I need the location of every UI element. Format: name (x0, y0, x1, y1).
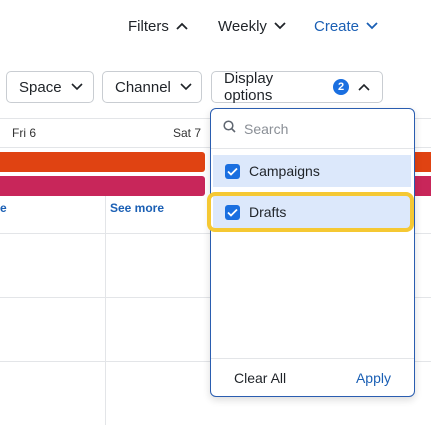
option-campaigns[interactable]: Campaigns (213, 155, 411, 187)
search-icon (223, 119, 236, 138)
channel-label: Channel (115, 78, 171, 96)
see-more-link[interactable]: See more (110, 201, 164, 215)
display-options-label: Display options (224, 70, 274, 104)
chevron-down-icon (274, 22, 286, 30)
top-toolbar: Filters Weekly Create (0, 0, 431, 52)
apply-button[interactable]: Apply (356, 370, 391, 386)
space-filter-button[interactable]: Space (6, 71, 94, 103)
day-header-fri: Fri 6 (12, 126, 36, 140)
display-options-button[interactable]: Display options 2 (211, 70, 383, 104)
display-options-dropdown: Campaigns Drafts Clear All Apply (210, 108, 415, 397)
highlight-outline (207, 192, 414, 232)
weekly-label: Weekly (218, 17, 267, 35)
filters-label: Filters (128, 17, 169, 35)
chevron-down-icon (366, 22, 378, 30)
chevron-up-icon (176, 22, 188, 30)
grid-divider (105, 190, 106, 425)
channel-filter-button[interactable]: Channel (102, 71, 202, 103)
chevron-down-icon (70, 83, 83, 91)
create-button[interactable]: Create (314, 14, 378, 38)
checkbox-checked-icon[interactable] (225, 163, 240, 179)
chevron-up-icon (358, 83, 370, 91)
campaign-event-bar[interactable] (0, 152, 205, 172)
chevron-down-icon (180, 83, 192, 91)
dropdown-search (211, 109, 414, 149)
day-header-sat: Sat 7 (173, 126, 202, 140)
option-label: Campaigns (249, 163, 320, 179)
filters-button[interactable]: Filters (128, 14, 188, 38)
weekly-view-button[interactable]: Weekly (218, 14, 286, 38)
search-input[interactable] (244, 120, 394, 137)
see-more-link[interactable]: e (0, 201, 7, 215)
draft-event-bar[interactable] (0, 176, 205, 196)
filter-bar: Space Channel Display options 2 (0, 68, 431, 108)
dropdown-footer: Clear All Apply (211, 358, 414, 396)
display-options-count-badge: 2 (333, 79, 349, 95)
clear-all-button[interactable]: Clear All (234, 370, 286, 386)
create-label: Create (314, 17, 360, 35)
space-label: Space (19, 78, 62, 96)
